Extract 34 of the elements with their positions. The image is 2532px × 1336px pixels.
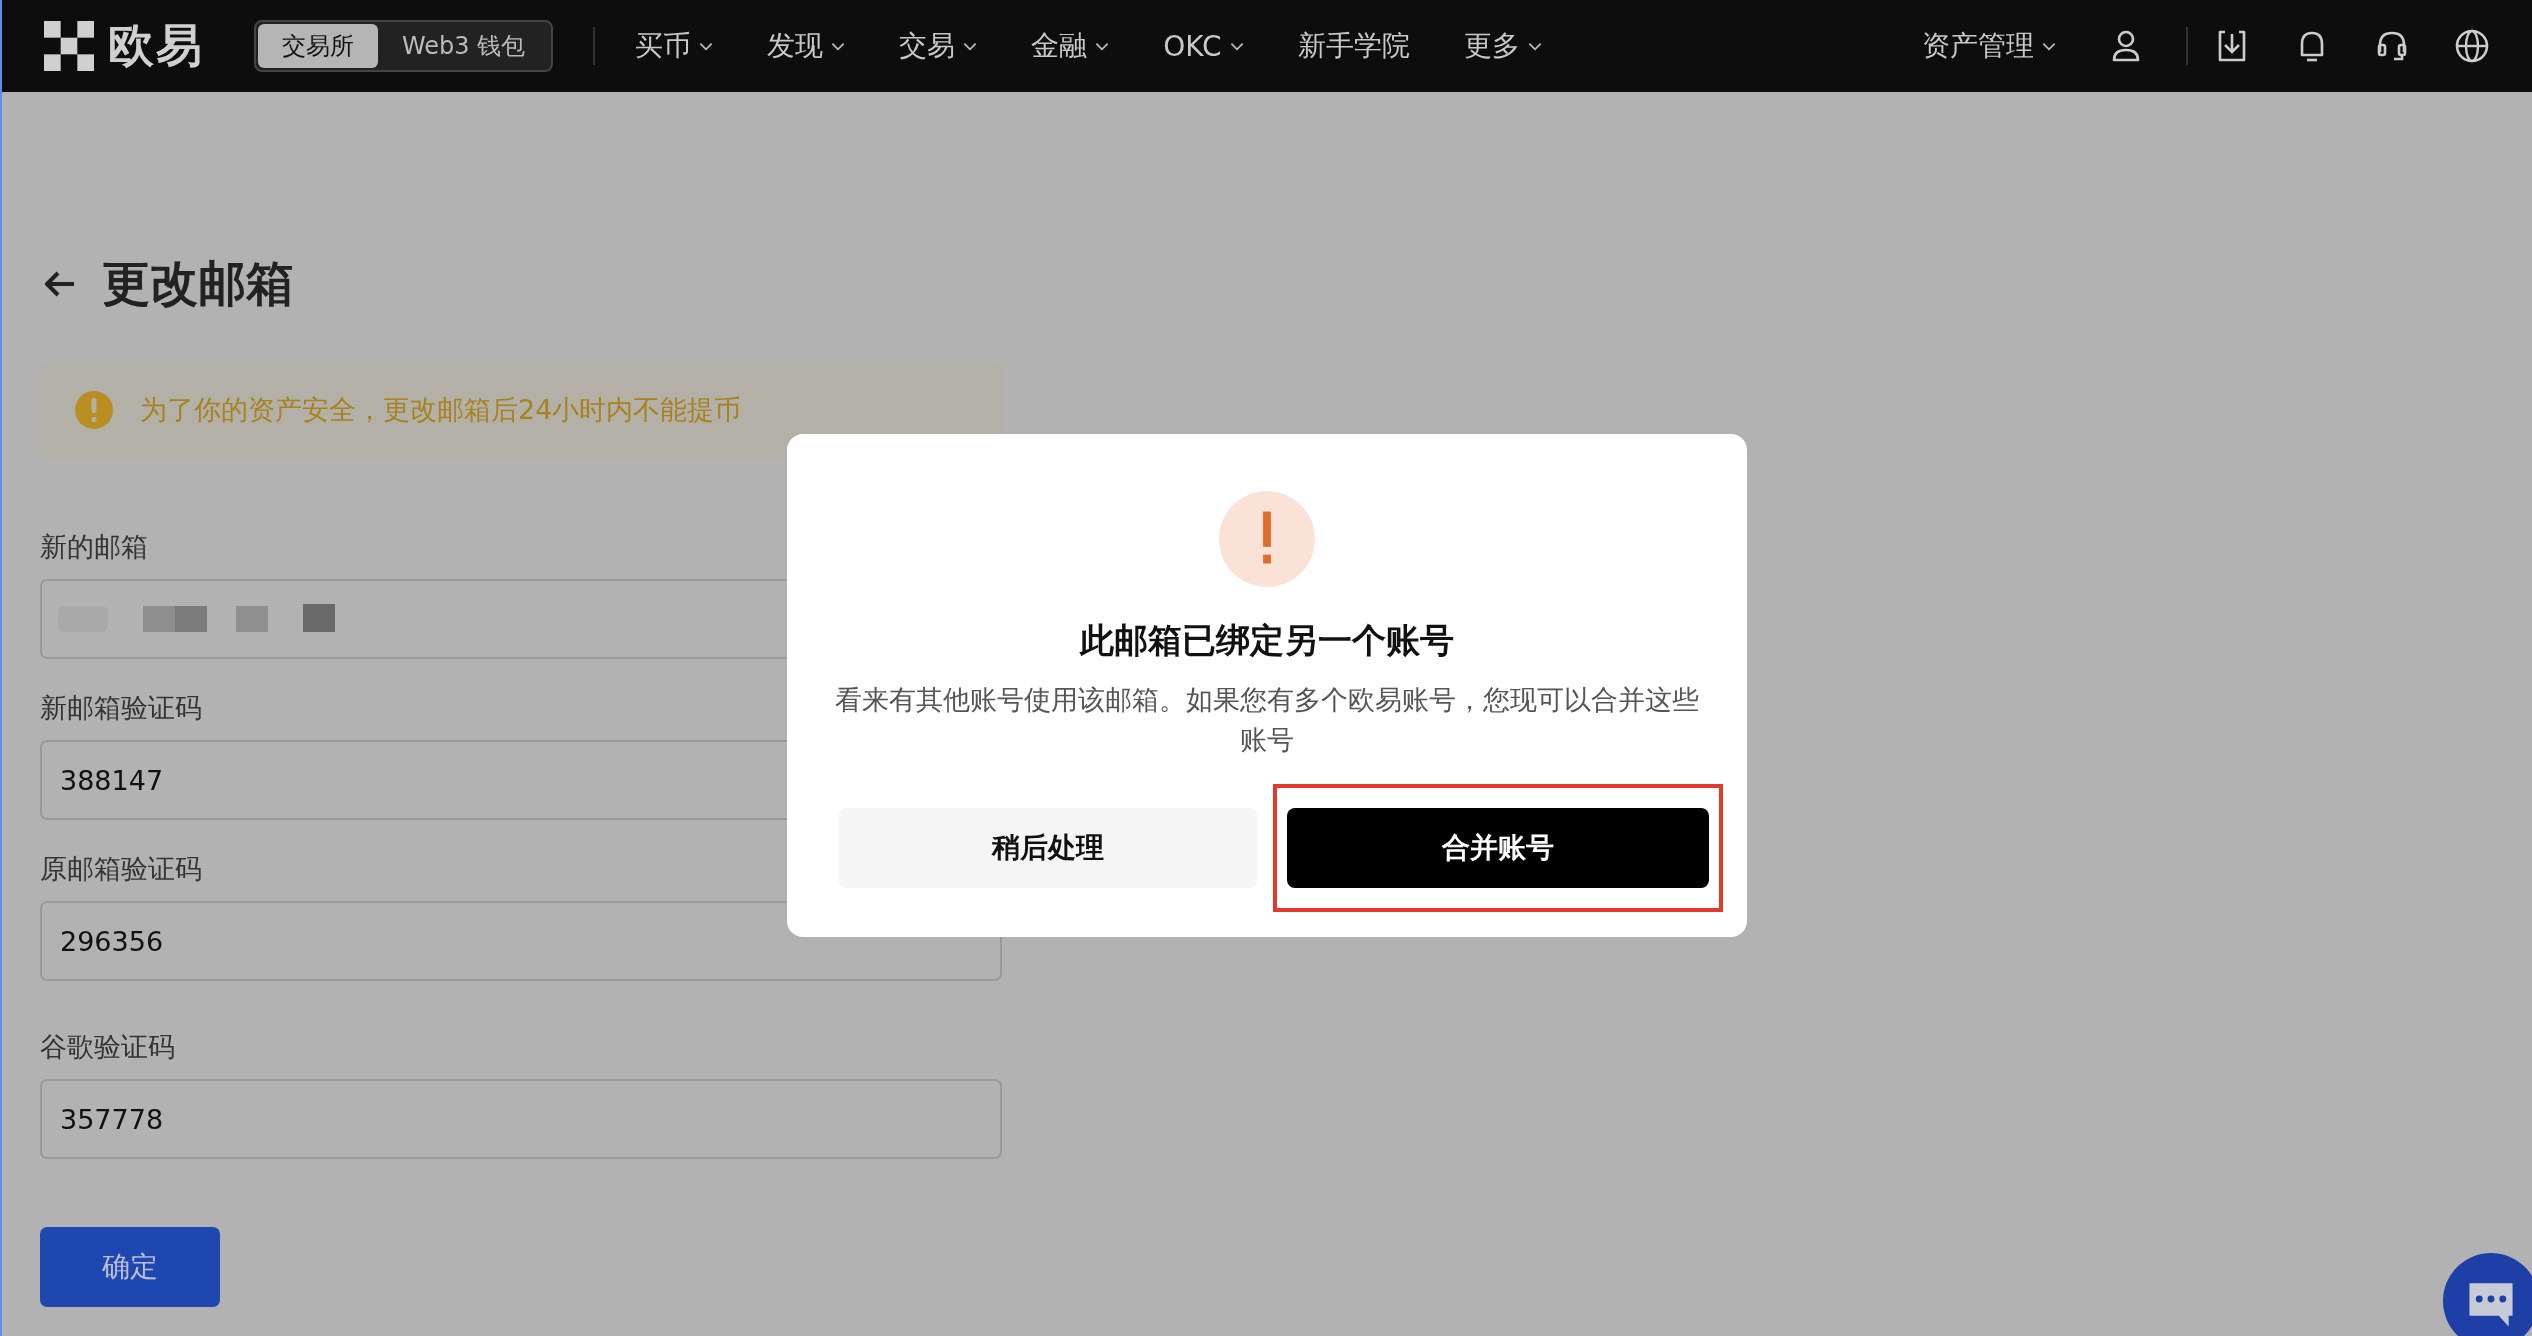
warning-icon <box>1218 490 1316 588</box>
caret-icon <box>831 41 846 51</box>
field-label: 新的邮箱 <box>40 530 148 564</box>
nav-menu-item[interactable]: 发现 <box>767 27 846 65</box>
confirm-button[interactable]: 确定 <box>40 1227 220 1307</box>
segment-tab[interactable]: 交易所 <box>258 24 378 68</box>
asset-menu[interactable]: 资产管理 <box>1922 27 2056 65</box>
warning-icon <box>74 390 114 430</box>
blurred-email-icon <box>58 604 338 634</box>
nav-menu-item[interactable]: 买币 <box>635 27 714 65</box>
warning-text: 为了你的资产安全，更改邮箱后24小时内不能提币 <box>140 393 742 427</box>
caret-icon <box>699 41 714 51</box>
nav-menu-item[interactable]: 更多 <box>1463 27 1542 65</box>
merge-button[interactable]: 合并账号 <box>1287 808 1709 888</box>
nav-menu-item[interactable]: 新手学院 <box>1297 27 1410 65</box>
nav-menu-item[interactable]: OKC <box>1163 29 1244 63</box>
logo-icon[interactable] <box>44 21 94 71</box>
segment-tab[interactable]: Web3 钱包 <box>378 24 550 68</box>
field-label: 新邮箱验证码 <box>40 691 202 725</box>
code-field[interactable]: 357778 <box>40 1079 1002 1159</box>
dialog-title: 此邮箱已绑定另一个账号 <box>1080 619 1454 662</box>
caret-icon <box>1229 41 1244 51</box>
caret-icon <box>1095 41 1110 51</box>
later-button[interactable]: 稍后处理 <box>839 808 1257 888</box>
field-label: 谷歌验证码 <box>40 1030 175 1064</box>
caret-icon <box>2042 41 2056 51</box>
chat-button-icon[interactable] <box>2442 1252 2532 1336</box>
logo-text[interactable]: 欧易 <box>108 15 204 77</box>
caret-icon <box>963 41 978 51</box>
caret-icon <box>1527 41 1542 51</box>
field-label: 原邮箱验证码 <box>40 852 202 886</box>
nav-menu-item[interactable]: 交易 <box>899 27 978 65</box>
page-title: 更改邮箱 <box>102 254 294 313</box>
nav-menu-item[interactable]: 金融 <box>1031 27 1110 65</box>
